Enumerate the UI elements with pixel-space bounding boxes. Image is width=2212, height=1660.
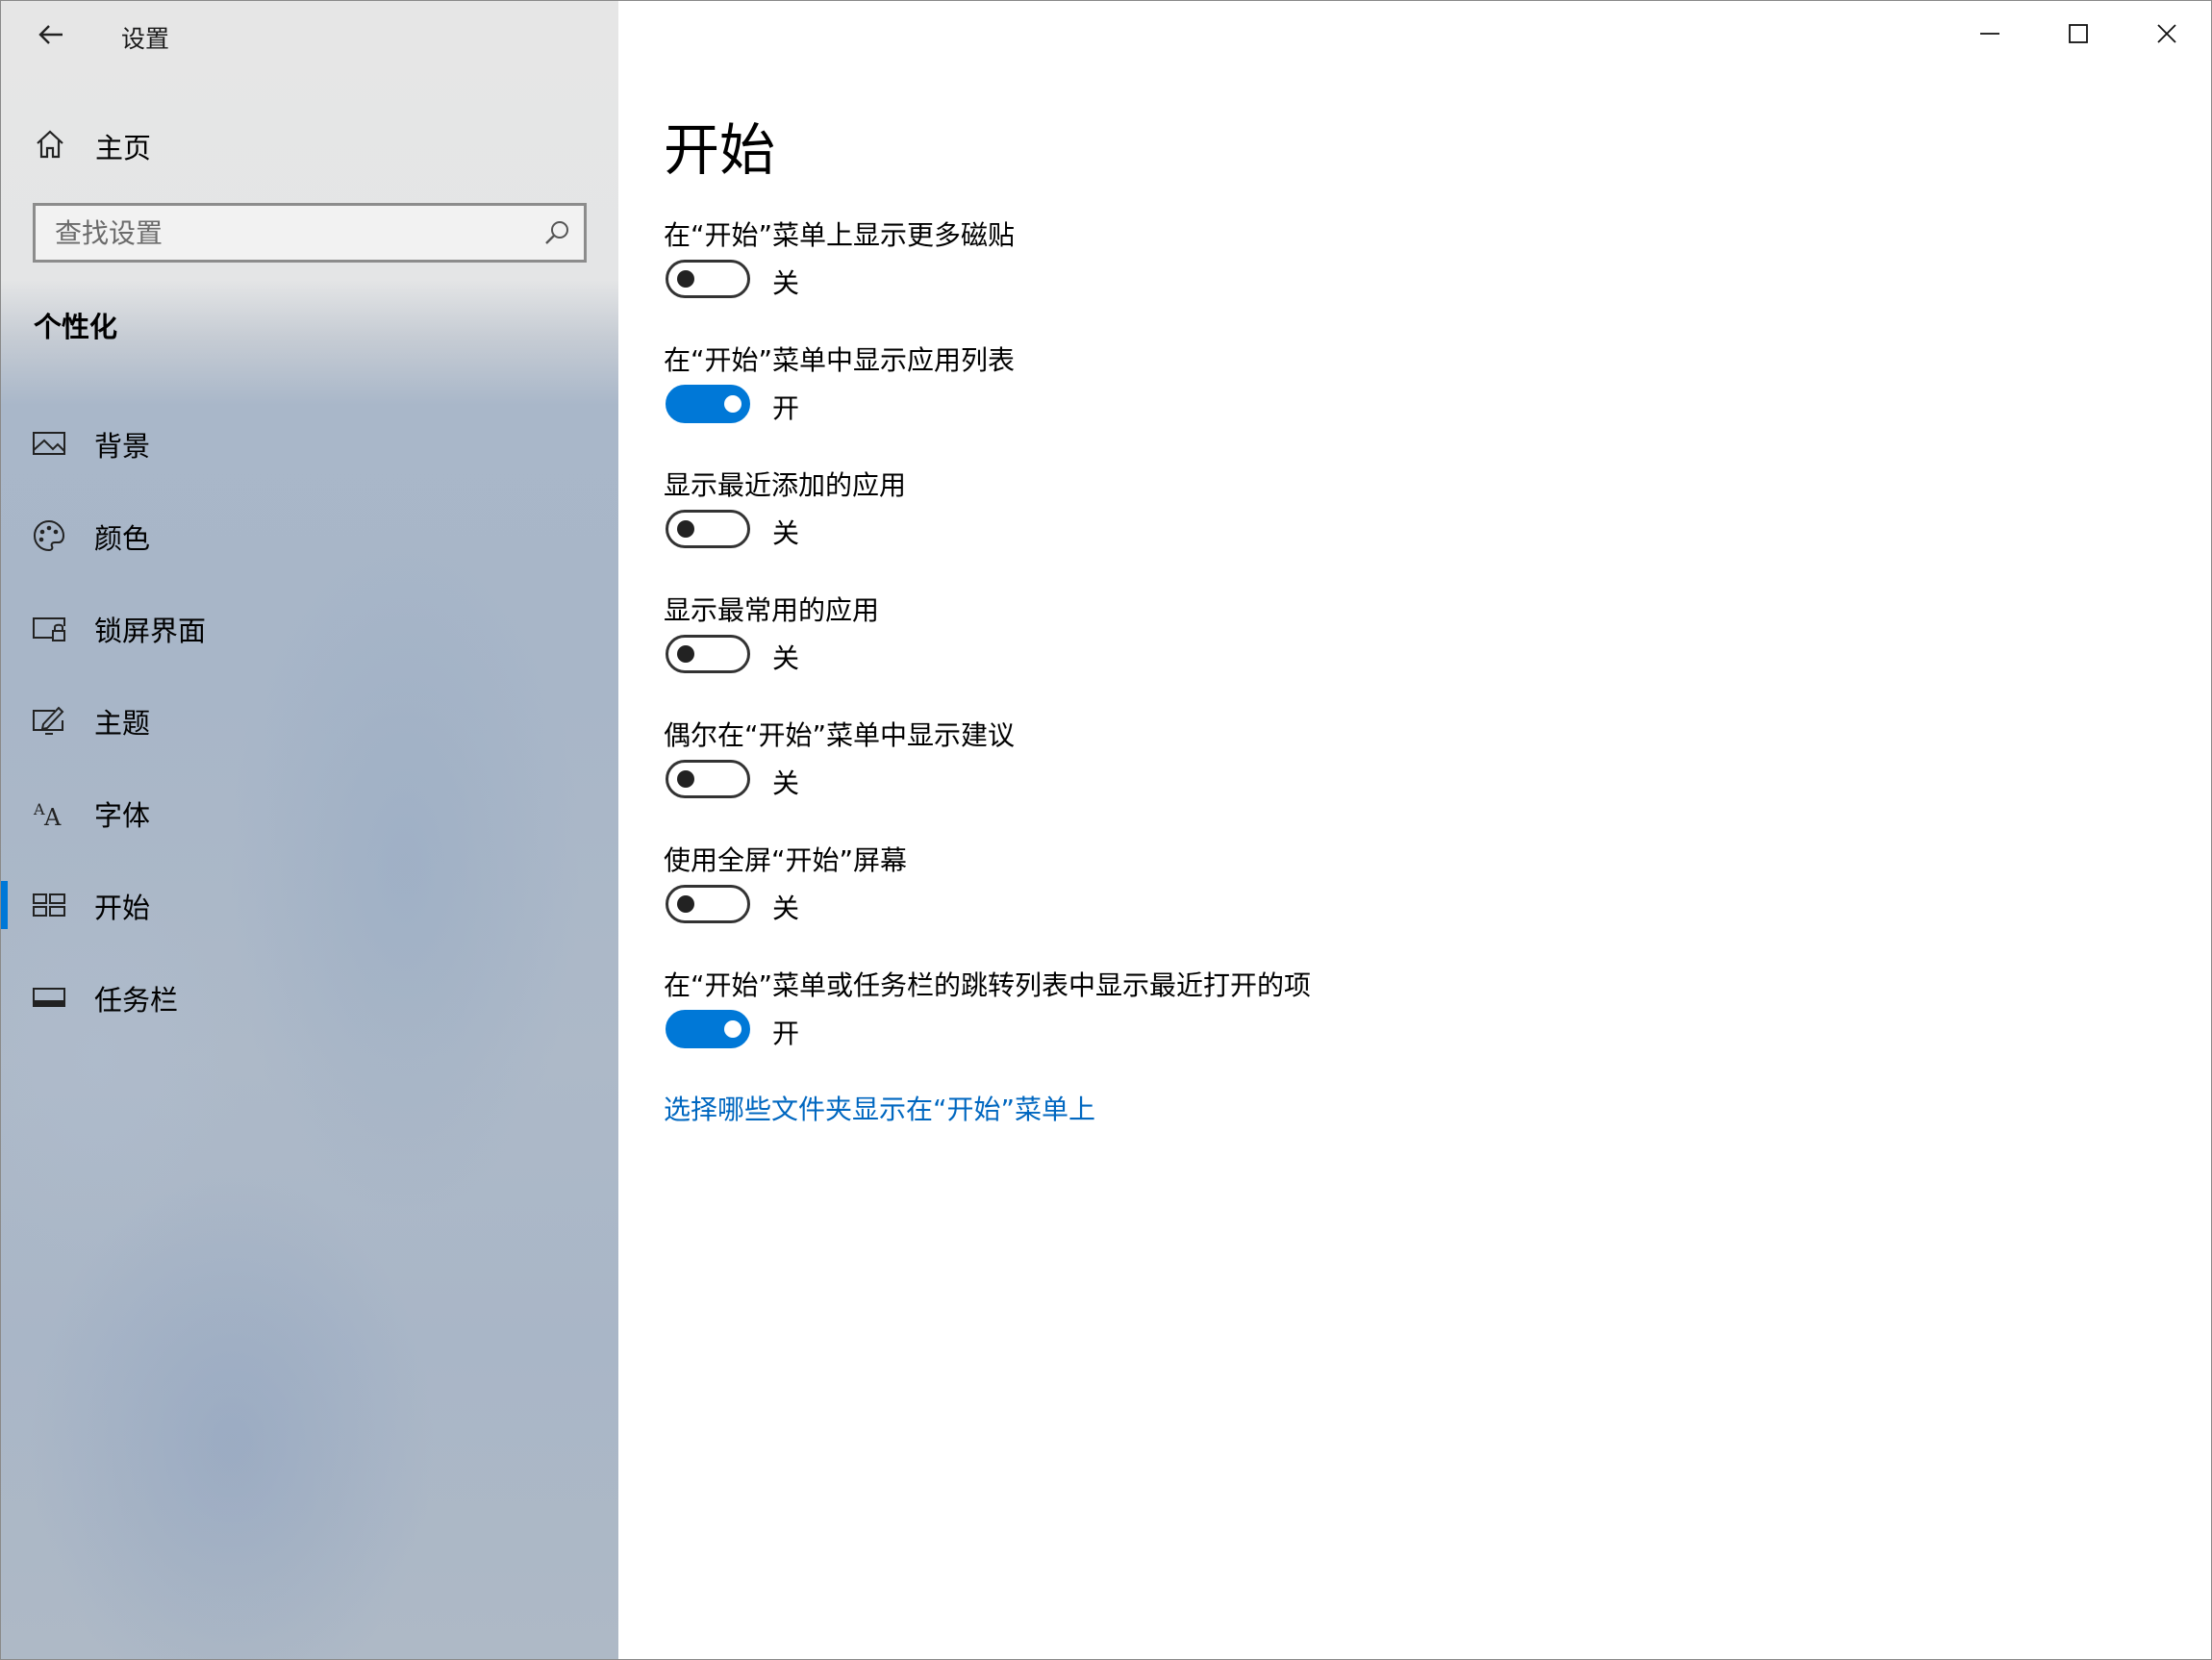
main-content: 开始 在“开始”菜单上显示更多磁贴 关 在“开始”菜单中显示应用列表 开 显示最… xyxy=(618,1,2211,1659)
toggle-switch[interactable] xyxy=(666,510,750,548)
sidebar-item-label: 背景 xyxy=(94,430,151,463)
section-title: 个性化 xyxy=(34,311,118,343)
selection-indicator xyxy=(1,881,8,929)
setting-label: 在“开始”菜单上显示更多磁贴 xyxy=(664,219,1016,251)
settings-window: 设置 主页 个性化 背景 xyxy=(0,0,2212,1660)
taskbar-icon xyxy=(33,988,65,1007)
toggle-knob xyxy=(677,645,694,663)
search-box[interactable] xyxy=(33,203,587,263)
toggle-state: 关 xyxy=(772,642,800,674)
caption-buttons xyxy=(1946,1,2211,66)
minimize-icon xyxy=(1980,33,1999,35)
sidebar-item-label: 颜色 xyxy=(94,522,151,555)
toggle-knob xyxy=(677,895,694,913)
start-tiles-icon xyxy=(33,893,65,917)
palette-icon xyxy=(33,519,65,552)
toggle-knob xyxy=(677,770,694,788)
toggle-switch[interactable] xyxy=(666,260,750,298)
setting-jump-lists: 在“开始”菜单或任务栏的跳转列表中显示最近打开的项 开 xyxy=(664,965,2106,1080)
picture-icon xyxy=(33,432,65,455)
sidebar-item-fonts[interactable]: A A 字体 xyxy=(1,774,618,851)
toggle-knob xyxy=(677,520,694,538)
back-button[interactable] xyxy=(24,13,78,57)
setting-label: 偶尔在“开始”菜单中显示建议 xyxy=(664,719,1016,751)
sidebar-item-lock-screen[interactable]: 锁屏界面 xyxy=(1,590,618,667)
setting-label: 在“开始”菜单或任务栏的跳转列表中显示最近打开的项 xyxy=(664,969,1312,1001)
setting-more-tiles: 在“开始”菜单上显示更多磁贴 关 xyxy=(664,214,2106,330)
toggle-switch[interactable] xyxy=(666,635,750,673)
toggle-knob xyxy=(677,270,694,288)
sidebar-item-label: 任务栏 xyxy=(94,984,179,1017)
toggle-switch[interactable] xyxy=(666,760,750,798)
toggle-state: 关 xyxy=(772,267,800,299)
maximize-icon xyxy=(2069,24,2088,43)
sidebar-item-background[interactable]: 背景 xyxy=(1,405,618,482)
search-input[interactable] xyxy=(36,206,526,260)
svg-text:A: A xyxy=(43,804,62,830)
setting-label: 显示最常用的应用 xyxy=(664,594,880,626)
toggle-switch[interactable] xyxy=(666,885,750,923)
setting-full-screen-start: 使用全屏“开始”屏幕 关 xyxy=(664,840,2106,955)
setting-recently-added: 显示最近添加的应用 关 xyxy=(664,465,2106,580)
toggle-switch[interactable] xyxy=(666,385,750,423)
toggle-state: 关 xyxy=(772,767,800,799)
minimize-button[interactable] xyxy=(1946,1,2034,66)
toggle-state: 关 xyxy=(772,517,800,549)
toggle-knob xyxy=(724,1020,742,1038)
choose-folders-link[interactable]: 选择哪些文件夹显示在“开始”菜单上 xyxy=(664,1089,1095,1127)
page-title: 开始 xyxy=(664,117,776,183)
toggle-state: 开 xyxy=(772,1018,800,1049)
sidebar-item-start[interactable]: 开始 xyxy=(1,867,618,943)
title-bar: 设置 xyxy=(1,1,618,68)
back-arrow-icon xyxy=(38,25,63,44)
setting-label: 使用全屏“开始”屏幕 xyxy=(664,844,908,876)
sidebar-item-themes[interactable]: 主题 xyxy=(1,682,618,759)
toggle-state: 关 xyxy=(772,893,800,924)
sidebar-item-colors[interactable]: 颜色 xyxy=(1,497,618,574)
search-icon[interactable] xyxy=(543,219,570,246)
sidebar-item-home[interactable]: 主页 xyxy=(1,114,618,172)
sidebar-item-taskbar[interactable]: 任务栏 xyxy=(1,959,618,1036)
sidebar-item-label: 锁屏界面 xyxy=(94,615,207,647)
home-label: 主页 xyxy=(95,132,152,164)
theme-icon xyxy=(33,706,64,735)
home-icon xyxy=(37,130,63,159)
setting-most-used: 显示最常用的应用 关 xyxy=(664,590,2106,705)
close-icon xyxy=(2157,24,2176,43)
setting-app-list: 在“开始”菜单中显示应用列表 开 xyxy=(664,340,2106,455)
sidebar: 设置 主页 个性化 背景 xyxy=(1,1,618,1659)
sidebar-item-label: 主题 xyxy=(94,707,151,740)
setting-label: 显示最近添加的应用 xyxy=(664,469,907,501)
toggle-state: 开 xyxy=(772,392,800,424)
setting-label: 在“开始”菜单中显示应用列表 xyxy=(664,344,1016,376)
toggle-switch[interactable] xyxy=(666,1010,750,1048)
sidebar-item-label: 开始 xyxy=(94,892,151,924)
toggle-knob xyxy=(724,395,742,413)
font-icon: A A xyxy=(33,800,62,830)
maximize-button[interactable] xyxy=(2034,1,2123,66)
lock-screen-icon xyxy=(33,617,65,641)
close-button[interactable] xyxy=(2123,1,2211,66)
app-title: 设置 xyxy=(121,25,170,53)
sidebar-item-label: 字体 xyxy=(94,799,151,832)
setting-suggestions: 偶尔在“开始”菜单中显示建议 关 xyxy=(664,715,2106,830)
